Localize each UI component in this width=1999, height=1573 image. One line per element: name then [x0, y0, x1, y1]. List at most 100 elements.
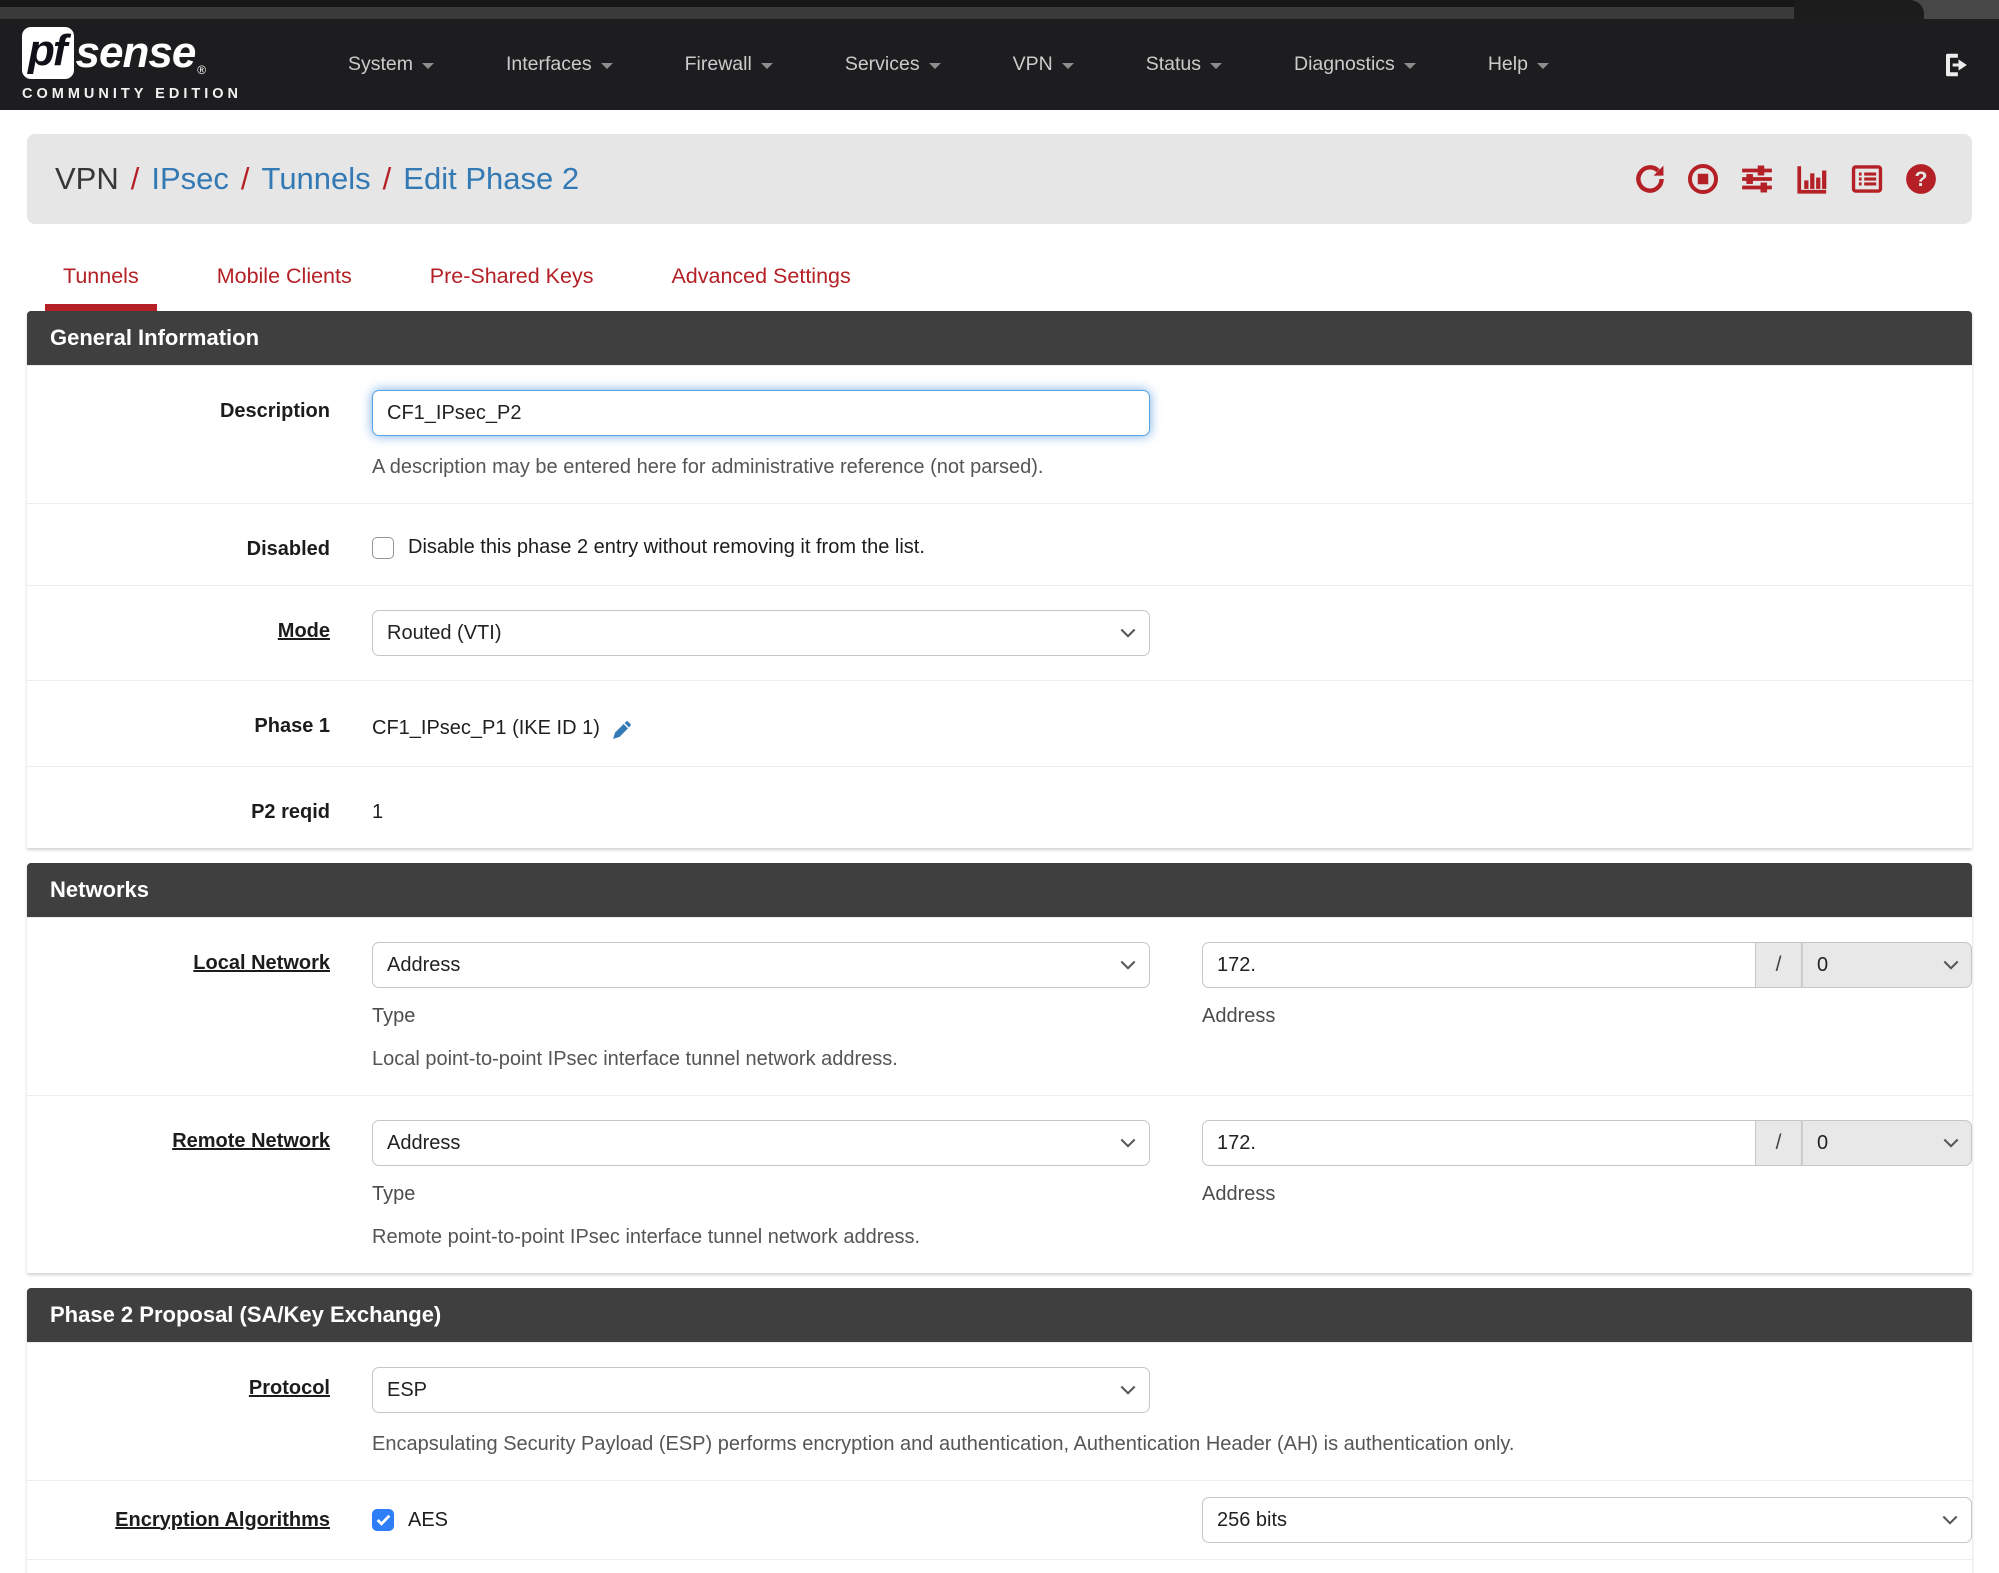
nav-item-services[interactable]: Services [845, 53, 941, 76]
nav-item-vpn[interactable]: VPN [1013, 53, 1074, 76]
tab-advanced-settings[interactable]: Advanced Settings [653, 264, 868, 311]
nav-item-label: Interfaces [506, 53, 592, 75]
panel-phase2-proposal: Phase 2 Proposal (SA/Key Exchange) Proto… [27, 1288, 1972, 1573]
local-network-address-caption: Address [1202, 1005, 1276, 1027]
description-help: A description may be entered here for ad… [372, 456, 1044, 478]
tab-tunnels[interactable]: Tunnels [45, 264, 157, 311]
row-remote-network: Remote Network Address Type Remote point… [27, 1095, 1972, 1273]
row-p2reqid: P2 reqid 1 [27, 766, 1972, 848]
aes-checkbox[interactable] [372, 1509, 394, 1531]
prefix-separator: / [1756, 1120, 1802, 1166]
remote-network-prefix-select[interactable]: 0 [1802, 1120, 1972, 1166]
local-network-help: Local point-to-point IPsec interface tun… [372, 1048, 898, 1070]
caret-down-icon [1061, 63, 1074, 69]
breadcrumb-link-tunnels[interactable]: Tunnels [262, 161, 371, 197]
svg-text:?: ? [1915, 167, 1928, 191]
nav-item-label: Diagnostics [1294, 53, 1395, 75]
tab-pre-shared-keys[interactable]: Pre-Shared Keys [412, 264, 612, 311]
nav-item-firewall[interactable]: Firewall [685, 53, 773, 76]
breadcrumb: VPN / IPsec / Tunnels / Edit Phase 2 [55, 161, 579, 197]
breadcrumb-root: VPN [55, 161, 119, 196]
caret-down-icon [422, 63, 434, 69]
p2reqid-value: 1 [372, 801, 384, 823]
caret-down-icon [600, 63, 613, 69]
disabled-checkbox[interactable] [372, 536, 394, 559]
remote-network-address-input[interactable] [1202, 1120, 1756, 1166]
window-top-strip [0, 0, 1999, 7]
nav-item-label: Firewall [684, 53, 752, 75]
breadcrumb-link-ipsec[interactable]: IPsec [151, 161, 229, 197]
section-header: Networks [27, 863, 1972, 917]
local-network-address-input[interactable] [1202, 942, 1756, 988]
aes-keylen-select[interactable]: 256 bits [1202, 1497, 1972, 1543]
row-protocol: Protocol ESP Encapsulating Security Payl… [27, 1342, 1972, 1480]
caret-down-icon [760, 63, 773, 69]
nav-item-label: Services [844, 53, 920, 75]
bar-chart-icon[interactable] [1794, 162, 1830, 196]
logo-edition-text: COMMUNITY EDITION [22, 86, 242, 102]
log-icon[interactable] [1849, 162, 1885, 196]
panel-networks: Networks Local Network Address Type Loca… [27, 863, 1972, 1273]
breadcrumb-bar: VPN / IPsec / Tunnels / Edit Phase 2 ? [27, 134, 1972, 224]
sign-out-icon[interactable] [1941, 50, 1971, 80]
logo-pf-badge: pf [22, 27, 74, 79]
window-chrome-strip [0, 0, 1999, 19]
section-header: General Information [27, 311, 1972, 365]
protocol-label: Protocol [248, 1377, 330, 1399]
pfsense-logo[interactable]: pf sense ® COMMUNITY EDITION [22, 27, 242, 102]
edit-pencil-icon[interactable] [610, 717, 635, 742]
nav-item-label: Help [1487, 53, 1528, 75]
local-network-type-select[interactable]: Address [372, 942, 1150, 988]
caret-down-icon [1210, 63, 1223, 69]
local-network-prefix-select[interactable]: 0 [1802, 942, 1972, 988]
description-label: Description [219, 400, 330, 422]
remote-network-type-caption: Type [372, 1183, 416, 1205]
phase1-value: CF1_IPsec_P1 (IKE ID 1) [372, 717, 600, 739]
nav-item-diagnostics[interactable]: Diagnostics [1294, 53, 1416, 76]
logo-sense-text: sense [75, 28, 197, 77]
nav-item-label: Status [1145, 53, 1202, 75]
logo-registered-mark: ® [197, 63, 207, 77]
breadcrumb-separator: / [240, 161, 250, 196]
help-icon[interactable]: ? [1904, 162, 1938, 196]
nav-item-status[interactable]: Status [1145, 53, 1223, 76]
breadcrumb-link-edit-phase-2[interactable]: Edit Phase 2 [403, 161, 579, 197]
remote-network-help: Remote point-to-point IPsec interface tu… [372, 1226, 921, 1248]
nav-item-interfaces[interactable]: Interfaces [506, 53, 613, 76]
page-action-icons: ? [1633, 162, 1938, 196]
row-mode: Mode Routed (VTI) [27, 585, 1972, 680]
caret-down-icon [1403, 63, 1416, 69]
tab-mobile-clients[interactable]: Mobile Clients [199, 264, 370, 311]
nav-item-label: System [347, 53, 413, 75]
disabled-label: Disabled [246, 538, 330, 560]
disabled-checkbox-label: Disable this phase 2 entry without remov… [408, 536, 925, 558]
remote-network-address-caption: Address [1202, 1183, 1276, 1205]
mode-select[interactable]: Routed (VTI) [372, 610, 1150, 656]
nav-item-label: VPN [1012, 53, 1053, 75]
local-network-type-caption: Type [372, 1005, 416, 1027]
prefix-separator: / [1756, 942, 1802, 988]
nav-menu: System Interfaces Firewall Services VPN … [348, 53, 1941, 76]
stop-circle-icon[interactable] [1686, 162, 1720, 196]
encryption-algorithms-label: Encryption Algorithms [115, 1508, 330, 1531]
nav-item-system[interactable]: System [348, 53, 434, 76]
window-corner [1794, 0, 1999, 19]
row-phase1: Phase 1 CF1_IPsec_P1 (IKE ID 1) [27, 680, 1972, 766]
row-encryption-aes128gcm: AES128-GCM Auto [27, 1559, 1972, 1573]
panel-general-information: General Information Description A descri… [27, 311, 1972, 848]
sliders-icon[interactable] [1739, 162, 1775, 196]
nav-item-help[interactable]: Help [1488, 53, 1549, 76]
row-disabled: Disabled Disable this phase 2 entry with… [27, 503, 1972, 585]
tab-bar: Tunnels Mobile Clients Pre-Shared Keys A… [45, 264, 1969, 311]
protocol-select[interactable]: ESP [372, 1367, 1150, 1413]
top-navbar: pf sense ® COMMUNITY EDITION System Inte… [0, 19, 1999, 110]
aes-checkbox-label: AES [408, 1508, 449, 1531]
remote-network-label: Remote Network [172, 1130, 330, 1152]
caret-down-icon [1536, 63, 1549, 69]
row-local-network: Local Network Address Type Local point-t… [27, 917, 1972, 1095]
row-encryption-aes: Encryption Algorithms AES 256 bits [27, 1480, 1972, 1559]
row-description: Description A description may be entered… [27, 365, 1972, 503]
description-input[interactable] [372, 390, 1150, 436]
remote-network-type-select[interactable]: Address [372, 1120, 1150, 1166]
refresh-icon[interactable] [1633, 162, 1667, 196]
